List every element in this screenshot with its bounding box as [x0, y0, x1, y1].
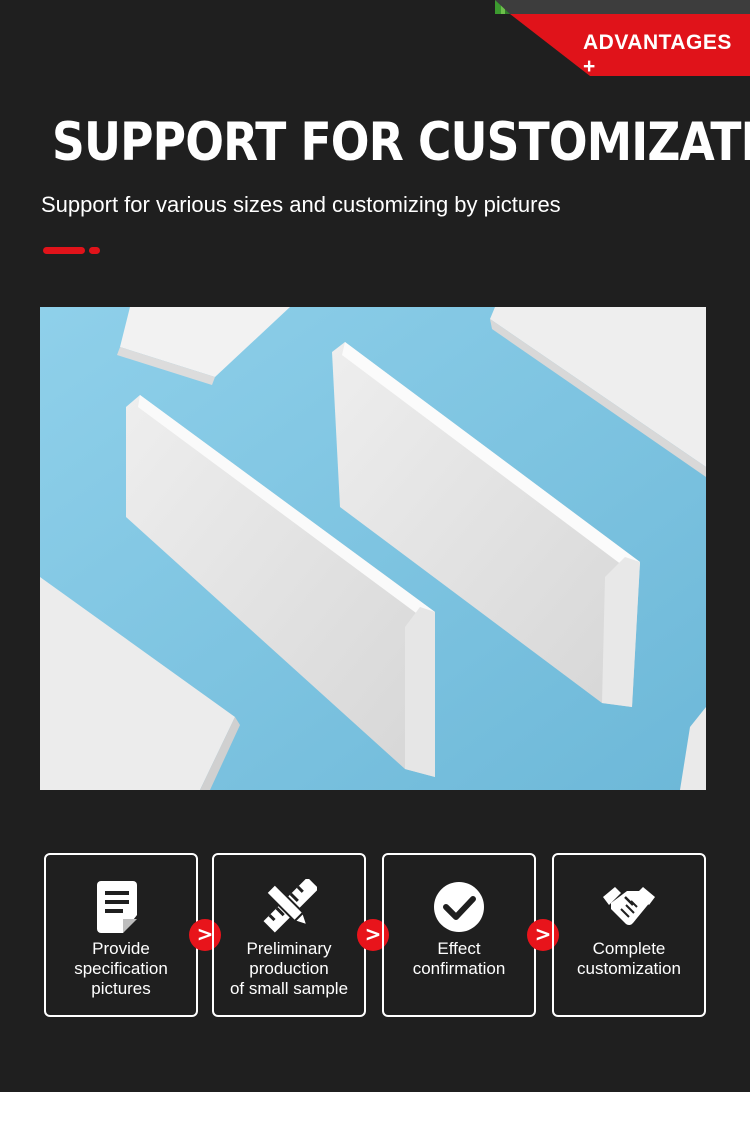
accent-dash-long — [43, 247, 85, 254]
step-label-line: pictures — [91, 979, 151, 998]
step-label-line: Effect — [437, 939, 481, 958]
step-label-line: customization — [577, 959, 681, 978]
step-label-line: Preliminary — [246, 939, 332, 958]
handshake-icon — [603, 887, 655, 925]
step-label-line: confirmation — [412, 959, 506, 978]
document-icon — [97, 881, 137, 933]
step-complete-customization: Complete customization — [552, 853, 706, 1017]
step-effect-confirmation: Effect confirmation — [382, 853, 536, 1017]
product-photo — [40, 307, 706, 790]
step-label-line: Complete — [592, 939, 666, 958]
step-label-line: production — [249, 959, 329, 978]
checkmark-icon — [434, 882, 484, 932]
page-title: SUPPORT FOR CUSTOMIZATION — [52, 112, 750, 173]
accent-dash-short — [89, 247, 100, 254]
step-label-line: specification — [74, 959, 168, 978]
page-subtitle: Support for various sizes and customizin… — [41, 192, 561, 217]
step-label-line: Provide — [92, 939, 150, 958]
ruler-pencil-icon — [263, 879, 317, 933]
advantages-section: ADVANTAGES + SUPPORT FOR CUSTOMIZATION S… — [0, 0, 750, 1092]
step-provide-pictures: Provide specification pictures — [44, 853, 198, 1017]
advantages-label: ADVANTAGES + — [583, 31, 732, 78]
step-label-line: of small sample — [229, 979, 349, 998]
step-small-sample: Preliminary production of small sample — [212, 853, 366, 1017]
